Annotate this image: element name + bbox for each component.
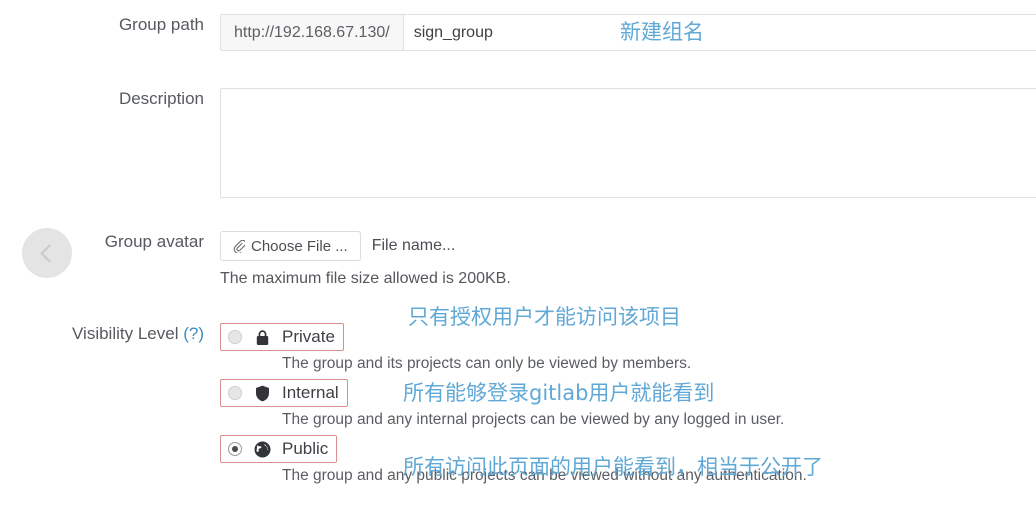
radio-private[interactable] xyxy=(228,330,242,344)
visibility-public-radio-row[interactable]: Public xyxy=(220,435,338,463)
annotation-internal: 所有能够登录gitlab用户就能看到 xyxy=(403,381,715,405)
visibility-internal-help: The group and any internal projects can … xyxy=(282,411,785,428)
description-control xyxy=(220,88,1036,198)
group-avatar-help-text: The maximum file size allowed is 200KB. xyxy=(220,270,511,287)
visibility-private-label: Private xyxy=(282,327,335,346)
visibility-level-label-text: Visibility Level xyxy=(72,324,179,343)
new-group-form: Group path http://192.168.67.130/ Descri… xyxy=(0,0,1036,491)
group-path-label: Group path xyxy=(118,15,204,34)
annotation-group-path: 新建组名 xyxy=(620,20,704,44)
avatar-file-line: Choose File ... File name... xyxy=(220,231,1036,261)
paperclip-icon xyxy=(233,239,245,253)
annotation-public: 所有访问此页面的用户能看到，相当于公开了 xyxy=(403,455,823,479)
visibility-help-link[interactable]: (?) xyxy=(183,324,204,343)
group-path-input[interactable] xyxy=(403,15,1036,50)
radio-public[interactable] xyxy=(228,442,242,456)
group-avatar-control: Choose File ... File name... The maximum… xyxy=(220,231,1036,288)
form-row-description: Description xyxy=(0,76,1036,218)
visibility-private-radio-row[interactable]: Private xyxy=(220,323,344,351)
radio-internal[interactable] xyxy=(228,386,242,400)
description-label: Description xyxy=(118,89,204,108)
visibility-public-label: Public xyxy=(282,439,329,458)
shield-icon xyxy=(253,384,271,402)
visibility-private-help: The group and its projects can only be v… xyxy=(282,355,692,372)
choose-file-label: Choose File ... xyxy=(251,237,348,255)
visibility-internal-radio-row[interactable]: Internal xyxy=(220,379,348,407)
group-avatar-label: Group avatar xyxy=(104,232,204,251)
lock-icon xyxy=(253,328,271,346)
form-row-group-path: Group path http://192.168.67.130/ xyxy=(0,0,1036,76)
globe-icon xyxy=(253,440,271,458)
annotation-private: 只有授权用户才能访问该项目 xyxy=(408,305,681,329)
file-name-text: File name... xyxy=(371,237,456,254)
description-textarea[interactable] xyxy=(220,88,1036,198)
visibility-level-label: Visibility Level (?) xyxy=(0,323,220,345)
choose-file-button[interactable]: Choose File ... xyxy=(220,231,361,261)
form-row-group-avatar: Group avatar Choose File ... File name..… xyxy=(0,218,1036,313)
group-path-url-prefix: http://192.168.67.130/ xyxy=(221,15,404,50)
visibility-internal-label: Internal xyxy=(282,383,339,402)
visibility-option-private: Private The group and its projects can o… xyxy=(220,323,1036,374)
